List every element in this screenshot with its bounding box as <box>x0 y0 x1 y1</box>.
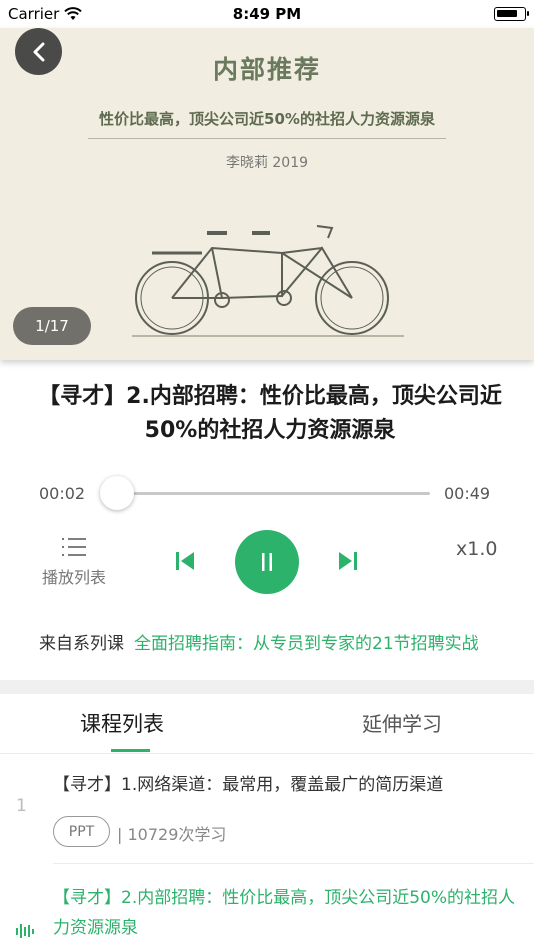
cover-title: 内部推荐 <box>212 55 321 84</box>
tab-extended-learning[interactable]: 延伸学习 <box>362 708 442 737</box>
track-title: 【寻才】2.内部招聘：性价比最高，顶尖公司近50%的社招人力资源源泉 <box>38 384 502 443</box>
audio-playing-icon <box>16 924 34 938</box>
current-time: 00:02 <box>39 484 86 503</box>
playback-speed-button[interactable]: x1.0 <box>456 538 497 560</box>
pause-button[interactable] <box>235 530 299 594</box>
progress-knob[interactable] <box>100 476 135 510</box>
list-item-meta: | 10729次学习 <box>117 825 227 844</box>
next-track-button[interactable] <box>337 550 359 576</box>
tandem-bicycle-icon <box>132 225 404 337</box>
list-item-title-playing[interactable]: 【寻才】2.内部招聘：性价比最高，顶尖公司近50%的社招人力资源源泉 <box>53 883 523 943</box>
series-label: 来自系列课 <box>39 634 124 654</box>
active-tab-indicator <box>111 749 150 752</box>
cover-subtitle: 性价比最高，顶尖公司近50%的社招人力资源源泉 <box>99 110 435 128</box>
cover-author: 李晓莉 2019 <box>225 155 309 171</box>
previous-track-button[interactable] <box>174 550 196 576</box>
status-time: 8:49 PM <box>232 5 302 23</box>
ppt-badge: PPT <box>53 816 110 847</box>
tab-course-list[interactable]: 课程列表 <box>80 708 164 738</box>
skip-previous-icon <box>176 552 194 570</box>
cover-divider <box>88 138 446 139</box>
playlist-label: 播放列表 <box>41 568 106 587</box>
status-bar: Carrier 8:49 PM <box>0 0 534 28</box>
series-row[interactable]: 来自系列课 全面招聘指南：从专员到专家的21节招聘实战 <box>39 629 479 654</box>
playlist-button[interactable]: 播放列表 <box>36 536 112 588</box>
skip-next-icon <box>339 552 357 570</box>
tab-separator <box>0 753 534 754</box>
list-icon <box>62 538 86 556</box>
pause-icon <box>262 553 272 571</box>
list-item-index: 1 <box>16 796 27 816</box>
battery-icon <box>494 7 529 21</box>
list-item-title[interactable]: 【寻才】1.网络渠道：最常用，覆盖最广的简历渠道 <box>53 770 443 795</box>
progress-bar[interactable] <box>100 476 430 510</box>
cover-image: 内部推荐 性价比最高，顶尖公司近50%的社招人力资源源泉 李晓莉 2019 1/… <box>0 28 534 360</box>
series-link[interactable]: 全面招聘指南：从专员到专家的21节招聘实战 <box>134 634 479 654</box>
page-indicator: 1/17 <box>13 307 91 345</box>
section-divider <box>0 680 534 694</box>
list-separator <box>53 863 534 864</box>
total-time: 00:49 <box>444 484 491 503</box>
